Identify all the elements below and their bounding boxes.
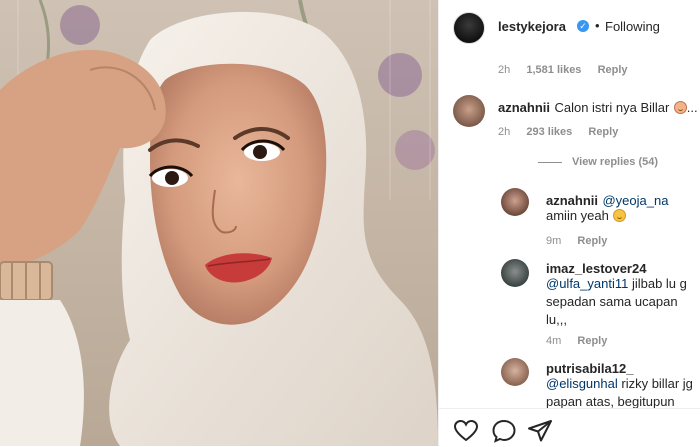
reply-text-line: sepadan sama ucapan: [546, 294, 678, 309]
comment-likes[interactable]: 1,581 likes: [526, 64, 581, 76]
comment-likes[interactable]: 293 likes: [526, 126, 572, 138]
reply-text-line: jilbab lu g: [628, 276, 687, 291]
commenter-avatar[interactable]: [501, 188, 529, 216]
reply-button[interactable]: Reply: [577, 335, 607, 347]
reply-button[interactable]: Reply: [577, 235, 607, 247]
reply-button[interactable]: Reply: [588, 126, 618, 138]
commenter-avatar[interactable]: [453, 95, 485, 127]
view-replies-line: [538, 162, 562, 163]
smiley-emoji-icon: [613, 209, 627, 222]
emoji-icon: [673, 101, 687, 114]
reply-meta: 9m Reply: [546, 235, 607, 247]
portrait-image: [0, 0, 438, 446]
comment-time: 2h: [498, 126, 511, 138]
reply-text: amiin yeah: [546, 208, 609, 223]
header-separator: •: [595, 18, 600, 33]
action-bar: [439, 408, 700, 447]
commenter-username[interactable]: imaz_lestover24: [546, 261, 646, 276]
heart-icon[interactable]: [453, 419, 479, 443]
reply-button[interactable]: Reply: [598, 64, 628, 76]
commenter-username[interactable]: putrisabila12_: [546, 361, 633, 376]
reply-mention[interactable]: @yeoja_na: [602, 193, 668, 208]
comment-text: Calon istri nya Billar: [554, 100, 670, 115]
comment-truncation: ...: [686, 100, 698, 115]
commenter-username[interactable]: aznahnii: [546, 193, 598, 208]
previous-comment-meta: 2h 1,581 likes Reply: [498, 64, 628, 76]
author-avatar[interactable]: [453, 12, 485, 44]
commenter-username[interactable]: aznahnii: [498, 100, 550, 115]
comment-time: 2h: [498, 64, 511, 76]
commenter-avatar[interactable]: [501, 259, 529, 287]
reply-mention[interactable]: @elisgunhal: [546, 376, 618, 391]
reply-mention[interactable]: @ulfa_yanti11: [546, 276, 628, 291]
following-button[interactable]: Following: [605, 19, 660, 34]
reply-time: 4m: [546, 335, 562, 347]
share-icon[interactable]: [527, 419, 553, 443]
verified-badge-icon: ✓: [577, 20, 589, 32]
instagram-post: lestykejora ✓ • Following 2h 1,581 likes…: [0, 0, 700, 446]
post-header: lestykejora ✓ • Following: [439, 0, 700, 56]
reply-time: 9m: [546, 235, 562, 247]
reply-text-line: rizky billar jg: [617, 376, 693, 391]
comment-icon[interactable]: [491, 419, 517, 443]
comments-panel: lestykejora ✓ • Following 2h 1,581 likes…: [438, 0, 700, 446]
author-username[interactable]: lestykejora: [498, 19, 566, 34]
comment-meta: 2h 293 likes Reply: [498, 126, 618, 138]
reply-text-line: lu,,,: [546, 312, 567, 327]
reply-meta: 4m Reply: [546, 335, 607, 347]
post-photo[interactable]: [0, 0, 438, 446]
reply-text-line: papan atas, begitupun: [546, 394, 675, 409]
commenter-avatar[interactable]: [501, 358, 529, 386]
view-replies-button[interactable]: View replies (54): [572, 156, 658, 168]
